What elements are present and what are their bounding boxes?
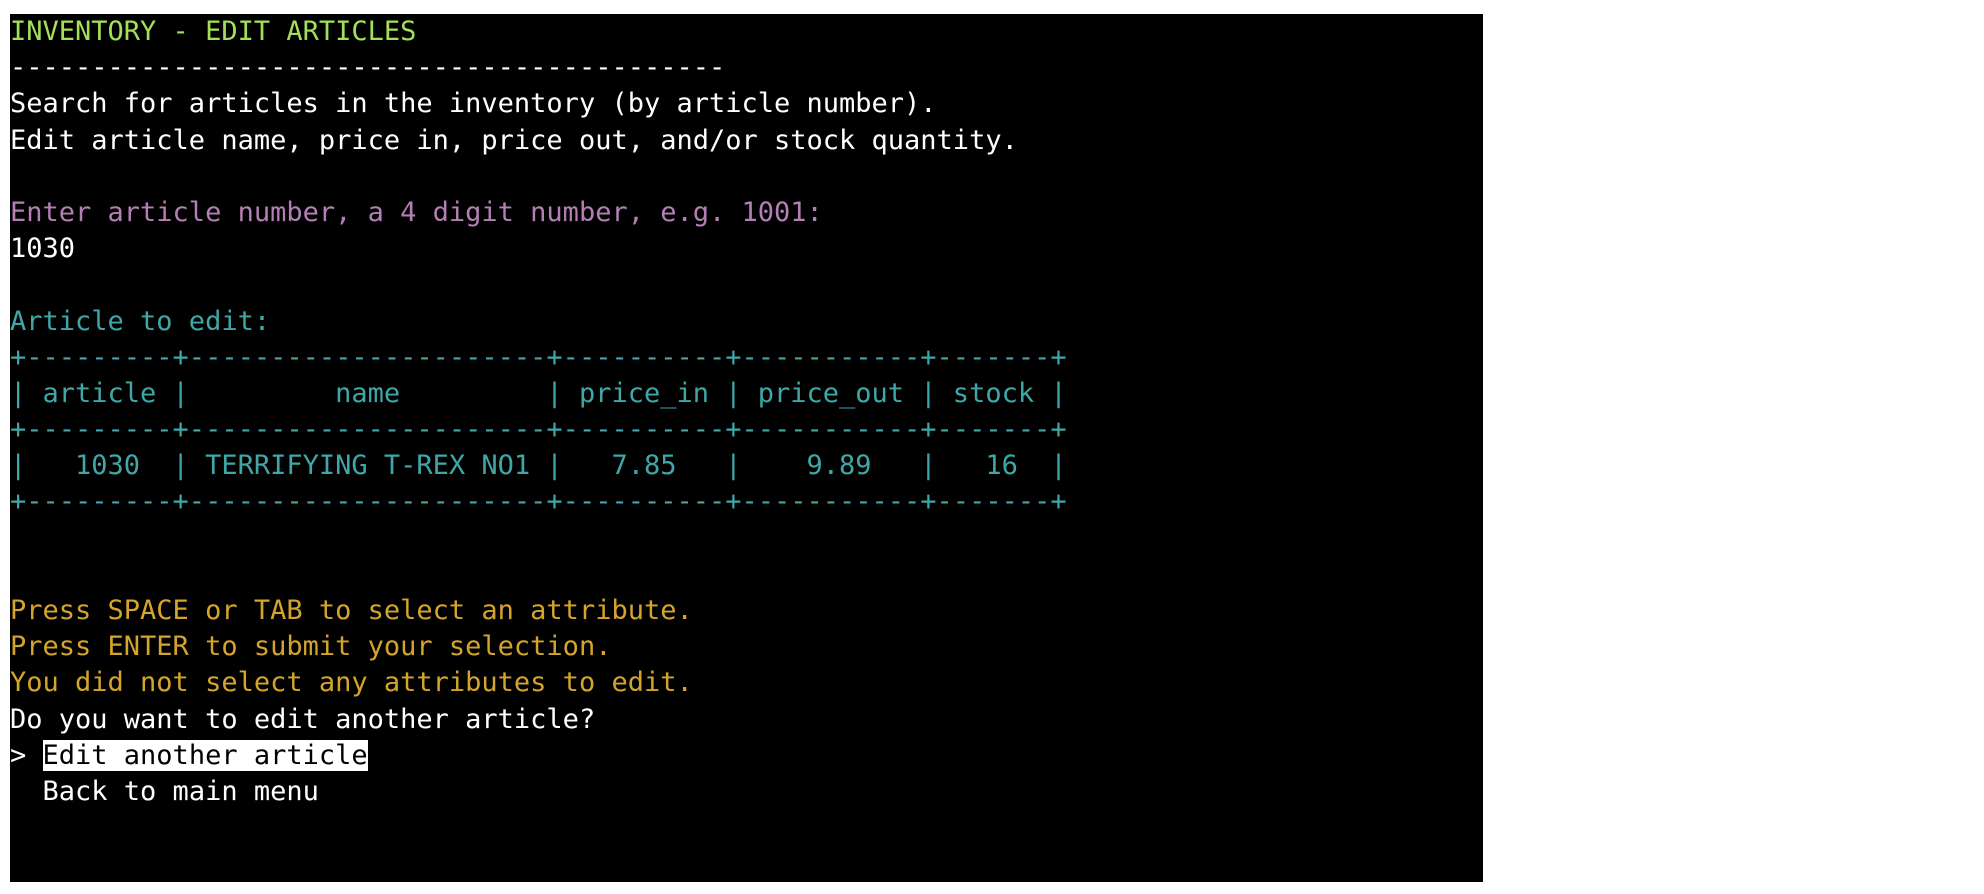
title-divider: ----------------------------------------… [10, 52, 726, 84]
menu-indent [10, 776, 43, 807]
intro-line-edit: Edit article name, price in, price out, … [10, 124, 1018, 156]
menu-option-edit-another[interactable]: > Edit another article [10, 738, 1483, 774]
article-table: +---------+----------------------+------… [10, 340, 1483, 521]
terminal-window[interactable]: INVENTORY - EDIT ARTICLES --------------… [10, 14, 1483, 882]
instruction-submit: Press ENTER to submit your selection. [10, 631, 612, 663]
table-border: +---------+----------------------+------… [10, 414, 1067, 446]
table-border: +---------+----------------------+------… [10, 341, 1067, 373]
page-title: INVENTORY - EDIT ARTICLES [10, 16, 417, 47]
table-border: +---------+----------------------+------… [10, 486, 1067, 518]
article-number-prompt: Enter article number, a 4 digit number, … [10, 196, 823, 228]
menu-option-back-to-main[interactable]: Back to main menu [10, 774, 1483, 810]
menu-option-label[interactable]: Edit another article [42, 739, 368, 771]
intro-line-search: Search for articles in the inventory (by… [10, 88, 937, 120]
article-number-input[interactable]: 1030 [10, 231, 1483, 267]
table-row: | 1030 | TERRIFYING T-REX NO1 | 7.85 | 9… [10, 450, 1067, 482]
table-header-row: | article | name | price_in | price_out … [10, 377, 1067, 409]
edit-another-question: Do you want to edit another article? [10, 703, 596, 735]
menu-cursor: > [10, 739, 43, 771]
menu-option-label[interactable]: Back to main menu [43, 776, 319, 807]
instruction-select: Press SPACE or TAB to select an attribut… [10, 595, 693, 626]
no-selection-message: You did not select any attributes to edi… [10, 667, 693, 699]
article-to-edit-heading: Article to edit: [10, 305, 271, 337]
